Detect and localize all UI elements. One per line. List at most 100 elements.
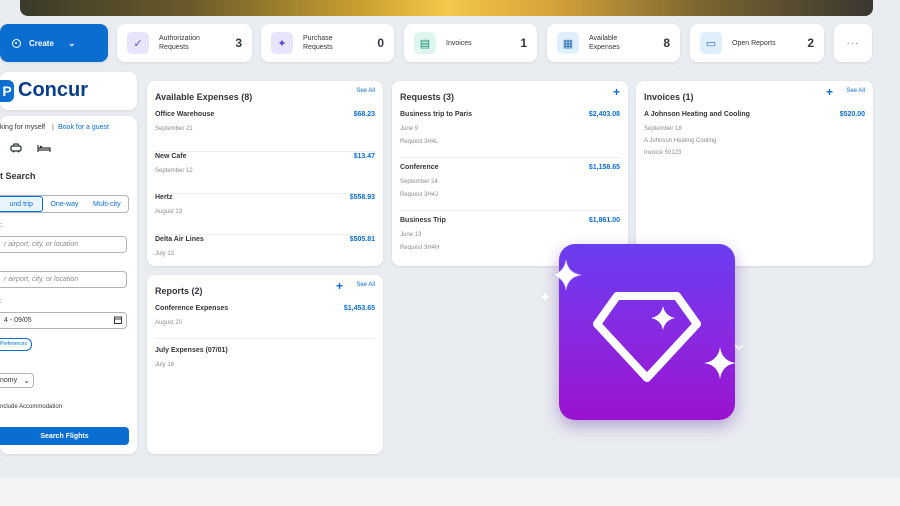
report-date: July 16 [155,362,175,368]
stat-label: Open Reports [732,39,776,47]
check-icon: ✓ [127,32,149,54]
create-label: Create [29,38,54,48]
requests-card: Requests (3) + Business trip to Paris $2… [392,81,628,266]
flight-search-title: t Search [0,171,36,181]
stat-label: Invoices [446,39,472,47]
expense-name: Delta Air Lines [155,236,204,243]
expense-date: September 21 [155,126,193,132]
diamond-icon [593,292,701,382]
report-name: Conference Expenses [155,305,229,312]
more-icon: ··· [846,37,860,49]
travel-dates-input[interactable]: 4 - 09/05 [0,312,127,329]
request-date: June 13 [400,232,422,238]
add-invoice-icon[interactable]: + [826,85,833,99]
trip-type-round-trip[interactable]: und trip [0,196,44,212]
expense-amount: $68.23 [353,111,375,118]
chevron-down-icon: ⌄ [23,376,30,385]
from-location-input[interactable]: r airport, city, or location [0,236,127,253]
expense-name: Hertz [155,194,173,201]
create-button[interactable]: Create ⌄ [0,24,108,62]
stat-label: Purchase Requests [303,35,333,51]
request-id: Request 3H4H [400,245,440,251]
from-field-marker: : [0,222,2,229]
concur-logo-mark: P [0,80,14,102]
stat-count: 3 [235,36,242,50]
expense-row[interactable]: Delta Air Lines $505.81 July 13 [155,236,375,266]
reports-card: Reports (2) + See All Conference Expense… [147,275,383,454]
invoice-date: September 18 [644,126,682,132]
stat-count: 0 [377,36,384,50]
card-title: Requests (3) [400,92,455,102]
car-icon[interactable] [10,143,22,153]
invoice-id: Invoice 50123 [644,150,682,156]
request-date: June 9 [400,126,419,132]
folder-icon: ▭ [700,32,722,54]
sparkle-icon [550,259,582,291]
see-all-link[interactable]: See All [356,282,375,288]
request-row[interactable]: Conference $1,158.65 September 24 Reques… [400,164,620,211]
hotel-bed-icon[interactable] [37,144,51,153]
include-accommodation-checkbox[interactable]: nclude Accommodation [0,404,62,410]
to-location-input[interactable]: r airport, city, or location [0,271,127,288]
invoice-amount: $520.00 [839,111,865,118]
preferences-button[interactable]: Preferences [0,338,32,351]
separator: | [52,124,54,131]
hero-banner [20,0,873,16]
stat-purchase-requests[interactable]: ✦ Purchase Requests 0 [261,24,394,62]
request-id: Request 3H4L [400,139,439,145]
globe-icon [12,38,21,48]
more-button[interactable]: ··· [834,24,872,62]
report-name: July Expenses (07/01) [155,347,228,354]
expense-date: August 13 [155,209,183,215]
stat-available-expenses[interactable]: ▦ Available Expenses 8 [547,24,680,62]
cabin-class-select[interactable]: nomy ⌄ [0,373,34,388]
request-name: Business Trip [400,217,446,224]
ai-assistant-app-icon[interactable] [559,244,735,420]
stat-count: 1 [520,36,527,50]
report-date: August 20 [155,320,183,326]
stat-label: Available Expenses [589,35,620,51]
stat-invoices[interactable]: ▤ Invoices 1 [404,24,537,62]
request-amount: $1,158.65 [588,164,620,171]
stat-count: 2 [807,36,814,50]
expense-row[interactable]: Hertz $558.93 August 13 [155,194,375,235]
invoice-vendor: A Johnson Heating Cooling [644,138,717,144]
request-row[interactable]: Business trip to Paris $2,403.08 June 9 … [400,111,620,158]
expense-date: September 12 [155,168,193,174]
footer-band [0,477,900,506]
request-name: Business trip to Paris [400,111,472,118]
expense-amount: $558.93 [349,194,375,201]
stat-open-reports[interactable]: ▭ Open Reports 2 [690,24,824,62]
trip-type-multi-city[interactable]: Multi-city [86,196,128,212]
expense-amount: $505.81 [349,236,375,243]
tag-icon: ✦ [271,32,293,54]
expense-name: Office Warehouse [155,111,215,118]
add-request-icon[interactable]: + [613,85,620,99]
chevron-down-icon [734,344,744,351]
expense-row[interactable]: Office Warehouse $68.23 September 21 [155,111,375,152]
request-id: Request 3H4J [400,192,439,198]
book-for-guest-link[interactable]: Book for a guest [58,124,109,131]
invoice-icon: ▤ [414,32,436,54]
search-flights-button[interactable]: Search Flights [0,427,129,445]
request-amount: $2,403.08 [588,111,620,118]
calendar-icon[interactable] [114,316,122,324]
see-all-link[interactable]: See All [846,88,865,94]
concur-logo: Concur [18,79,88,101]
trip-type-segmented: und trip One-way Multi-city [0,195,129,213]
see-all-link[interactable]: See All [356,88,375,94]
stat-authorization-requests[interactable]: ✓ Authorization Requests 3 [117,24,252,62]
trip-type-one-way[interactable]: One-way [43,196,85,212]
cabin-class-value: nomy [0,377,18,384]
expense-row[interactable]: New Cafe $13.47 September 12 [155,153,375,194]
invoice-name: A Johnson Heating and Cooling [644,111,750,118]
expense-date: July 13 [155,251,175,257]
dates-field-marker: : [0,298,2,305]
add-report-icon[interactable]: + [336,279,343,293]
book-for-myself-link[interactable]: king for myself [0,124,45,131]
invoices-card: Invoices (1) + See All A Johnson Heating… [636,81,873,266]
sparkle-small-icon [538,290,552,304]
invoice-row[interactable]: A Johnson Heating and Cooling $520.00 Se… [644,111,865,161]
report-row[interactable]: July Expenses (07/01) July 16 [155,347,375,380]
report-row[interactable]: Conference Expenses $1,453.65 August 20 [155,305,375,339]
